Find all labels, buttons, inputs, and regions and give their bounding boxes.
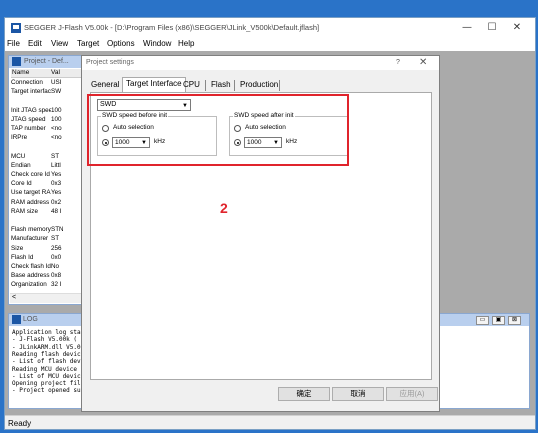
project-panel: Project - Def... Name Val Connection USI T… <box>8 55 92 305</box>
property-value: 100 <box>51 106 62 114</box>
log-icon <box>12 315 21 324</box>
property-name: Check flash Id <box>11 263 51 270</box>
tab-separator <box>279 80 280 91</box>
menu-help[interactable]: Help <box>178 39 194 48</box>
property-name: MCU <box>11 152 26 160</box>
menu-view[interactable]: View <box>51 39 68 48</box>
property-name: RAM address <box>11 198 50 206</box>
property-name: TAP number <box>11 125 46 132</box>
log-line: - J-Flash V5.00k ( <box>12 336 78 344</box>
step-annotation: 2 <box>220 200 228 216</box>
property-value: Littl <box>51 161 61 169</box>
property-name: Flash Id <box>11 253 34 261</box>
log-line: - Project opened su <box>12 387 81 395</box>
property-name: JTAG speed <box>11 115 46 123</box>
log-line: - JLinkARM.dll V5.0 <box>12 343 81 351</box>
tab-flash[interactable]: Flash <box>208 79 234 92</box>
menu-target[interactable]: Target <box>77 39 99 48</box>
property-name: Size <box>11 244 24 252</box>
property-name: Check core Id <box>11 171 50 178</box>
property-value: <no <box>51 134 62 142</box>
tab-general[interactable]: General <box>88 79 122 92</box>
property-name: IRPre <box>11 134 28 142</box>
property-value: Yes <box>51 189 62 197</box>
property-name: Organization <box>11 281 47 289</box>
dialog-title: Project settings <box>86 59 134 66</box>
menu-bar: File Edit View Target Options Window Hel… <box>5 38 535 51</box>
ok-button[interactable]: 确定 <box>278 387 330 401</box>
property-value: 0x0 <box>51 253 62 261</box>
property-value: USI <box>51 79 62 86</box>
log-line: Application log star <box>12 329 85 336</box>
project-icon <box>12 57 21 66</box>
maximize-button[interactable]: ☐ <box>485 21 499 35</box>
property-value: Yes <box>51 171 62 178</box>
tab-production[interactable]: Production <box>237 79 281 92</box>
log-line: Reading MCU device l <box>12 365 85 373</box>
status-bar: Ready <box>5 415 535 429</box>
property-value: ST <box>51 152 60 160</box>
log-close-button[interactable]: ⊠ <box>508 316 521 325</box>
tab-target-interface[interactable]: Target Interface <box>122 77 186 93</box>
property-name: Core Id <box>11 180 32 188</box>
log-panel-title: LOG <box>23 316 38 323</box>
dialog-help-button[interactable]: ? <box>396 59 400 66</box>
log-restore-button[interactable]: ▣ <box>492 316 505 325</box>
project-panel-title-bar[interactable]: Project - Def... <box>9 56 91 68</box>
properties-header: Name Val <box>11 69 91 78</box>
status-text: Ready <box>8 419 32 428</box>
log-line: Opening project file <box>12 380 85 388</box>
property-name: Target interface <box>11 88 51 96</box>
project-panel-title: Project - Def... <box>24 58 69 65</box>
scroll-left-icon[interactable]: < <box>12 294 16 301</box>
tab-cpu[interactable]: CPU <box>180 79 203 92</box>
property-value: 0x2 <box>51 198 62 206</box>
property-name: Use target RAM <box>11 189 51 197</box>
property-name: Endian <box>11 161 31 169</box>
menu-file[interactable]: File <box>7 39 20 48</box>
property-name: Flash memory <box>11 226 51 234</box>
menu-options[interactable]: Options <box>107 39 135 48</box>
minimize-button[interactable]: — <box>460 21 474 35</box>
property-value: <no <box>51 125 62 132</box>
dialog-title-bar: Project settings ? ✕ <box>82 56 439 70</box>
property-value: 256 <box>51 244 62 252</box>
cancel-button[interactable]: 取消 <box>332 387 384 401</box>
property-name: Manufacturer <box>11 235 49 243</box>
header-value: Val <box>51 69 60 76</box>
property-value: 0x8 <box>51 272 62 280</box>
property-value: 100 <box>51 115 62 123</box>
log-line: Reading flash device <box>12 350 85 358</box>
property-name: Init JTAG speed <box>11 106 51 114</box>
property-name: RAM size <box>11 207 38 215</box>
window-title: SEGGER J-Flash V5.00k - [D:\Program File… <box>24 23 320 32</box>
log-line: - List of flash dev <box>12 358 81 366</box>
property-value: ST <box>51 235 60 243</box>
property-name: Connection <box>11 79 43 86</box>
property-value: STN <box>51 226 63 234</box>
title-bar: SEGGER J-Flash V5.00k - [D:\Program File… <box>5 18 535 38</box>
property-value: SW <box>51 88 62 96</box>
red-highlight-box <box>87 94 349 166</box>
close-button[interactable]: ✕ <box>510 21 524 35</box>
menu-edit[interactable]: Edit <box>28 39 42 48</box>
segger-app-icon <box>11 23 21 33</box>
project-horizontal-scrollbar[interactable]: < <box>10 293 90 303</box>
property-value: 0x3 <box>51 180 62 188</box>
tab-separator <box>234 80 235 91</box>
apply-button[interactable]: 应用(A) <box>386 387 438 401</box>
tab-separator <box>205 80 206 91</box>
property-value: 32 I <box>51 281 62 289</box>
menu-window[interactable]: Window <box>143 39 171 48</box>
property-name: Base address <box>11 272 50 280</box>
header-name: Name <box>12 69 30 76</box>
dialog-close-button[interactable]: ✕ <box>419 57 427 68</box>
log-line: - List of MCU devic <box>12 372 81 380</box>
log-minimize-button[interactable]: ▭ <box>476 316 489 325</box>
property-value: 48 I <box>51 207 62 215</box>
property-value: No <box>51 263 60 270</box>
